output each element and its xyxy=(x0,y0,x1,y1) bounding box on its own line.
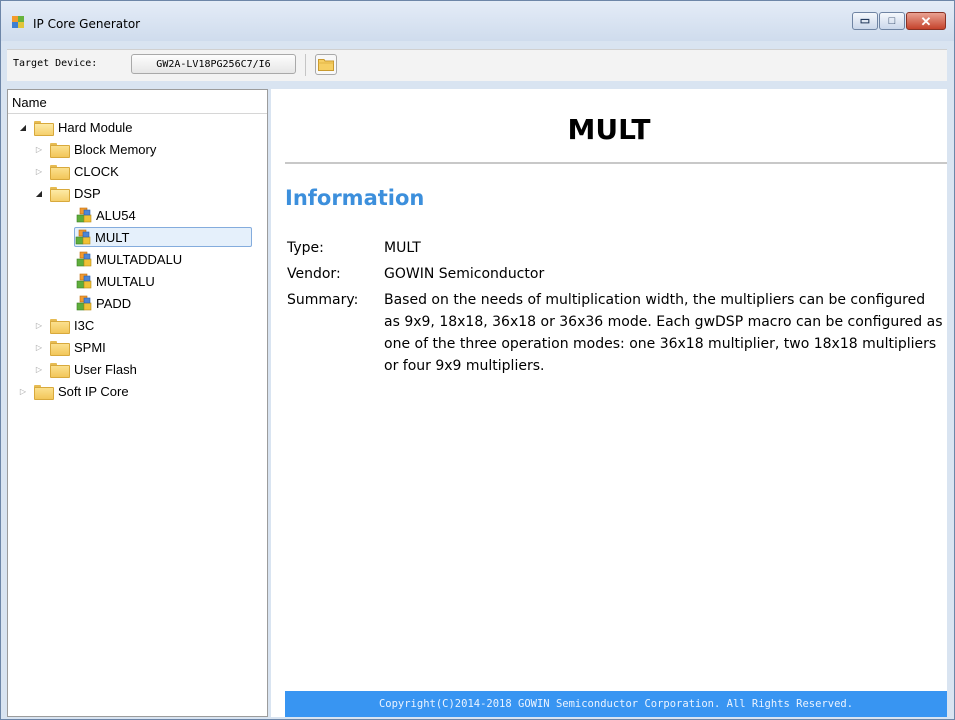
minimize-button[interactable]: ▭ xyxy=(852,12,878,30)
close-icon: ✕ xyxy=(920,13,932,29)
tree-item[interactable]: MULTALU xyxy=(76,271,155,291)
summary-label: Summary: xyxy=(287,292,359,308)
folder-open-icon xyxy=(34,120,54,136)
tree-item-label: Block Memory xyxy=(74,141,157,157)
tree-item-label: Hard Module xyxy=(58,119,133,135)
title-divider xyxy=(285,162,947,164)
tree-item-label: ALU54 xyxy=(96,207,136,223)
toolbar: Target Device: GW2A-LV18PG256C7/I6 xyxy=(7,49,947,81)
folder-icon xyxy=(50,142,70,158)
tree-item-label: MULTADDALU xyxy=(96,251,183,267)
tree-item[interactable]: ▷ User Flash xyxy=(34,359,137,379)
ip-cube-icon xyxy=(76,207,92,223)
folder-icon xyxy=(50,362,70,378)
detail-panel: MULT Information Type: MULT Vendor: GOWI… xyxy=(271,89,947,717)
expanded-arrow-icon[interactable]: ◢ xyxy=(34,189,44,198)
tree-header[interactable]: Name xyxy=(8,90,267,114)
type-label: Type: xyxy=(287,240,324,256)
close-button[interactable]: ✕ xyxy=(906,12,946,30)
minimize-icon: ▭ xyxy=(859,14,871,27)
tree-item[interactable]: ▷ I3C xyxy=(34,315,94,335)
tree-item-label: CLOCK xyxy=(74,163,119,179)
tree-item[interactable]: ALU54 xyxy=(76,205,136,225)
section-title: Information xyxy=(285,186,425,210)
folder-open-icon xyxy=(50,186,70,202)
tree-item[interactable]: ▷ SPMI xyxy=(34,337,106,357)
folder-icon xyxy=(50,340,70,356)
tree-item[interactable]: MULTADDALU xyxy=(76,249,182,269)
tree-item[interactable]: MULT xyxy=(74,227,252,247)
ip-cube-icon xyxy=(75,229,91,245)
tree-item-label: Soft IP Core xyxy=(58,383,129,399)
tree-item-label: MULT xyxy=(95,229,130,245)
tree-item-label: User Flash xyxy=(74,361,137,377)
page-title: MULT xyxy=(567,113,651,146)
window-title: IP Core Generator xyxy=(33,17,141,31)
collapsed-arrow-icon[interactable]: ▷ xyxy=(34,343,44,352)
vendor-value: GOWIN Semiconductor xyxy=(384,266,545,282)
tree-item[interactable]: ▷ CLOCK xyxy=(34,161,119,181)
tree-item-label: SPMI xyxy=(74,339,106,355)
folder-icon xyxy=(34,384,54,400)
target-device-label: Target Device: xyxy=(13,58,98,69)
collapsed-arrow-icon[interactable]: ▷ xyxy=(34,321,44,330)
tree-item[interactable]: PADD xyxy=(76,293,131,313)
collapsed-arrow-icon[interactable]: ▷ xyxy=(34,365,44,374)
collapsed-arrow-icon[interactable]: ▷ xyxy=(18,387,28,396)
summary-value: Based on the needs of multiplication wid… xyxy=(384,292,943,374)
ip-tree-panel: Name ◢ Hard Module ▷ Block Memory ▷ CLOCK ◢ DSP… xyxy=(7,89,268,717)
tree-item-label: MULTALU xyxy=(96,273,155,289)
type-value: MULT xyxy=(384,240,421,256)
folder-open-icon xyxy=(318,59,334,71)
title-bar[interactable]: IP Core Generator ▭ □ ✕ xyxy=(1,1,954,41)
maximize-icon: □ xyxy=(888,14,896,27)
collapsed-arrow-icon[interactable]: ▷ xyxy=(34,145,44,154)
window-controls: ▭ □ ✕ xyxy=(851,12,946,32)
ip-cube-icon xyxy=(76,273,92,289)
tree-item[interactable]: ▷ Soft IP Core xyxy=(18,381,129,401)
maximize-button[interactable]: □ xyxy=(879,12,905,30)
tree-item-label: PADD xyxy=(96,295,132,311)
app-icon xyxy=(12,16,24,28)
ip-cube-icon xyxy=(76,295,92,311)
ip-cube-icon xyxy=(76,251,92,267)
tree-item-label: I3C xyxy=(74,317,95,333)
expanded-arrow-icon[interactable]: ◢ xyxy=(18,123,28,132)
target-device-button[interactable]: GW2A-LV18PG256C7/I6 xyxy=(131,54,296,74)
tree-item[interactable]: ▷ Block Memory xyxy=(34,139,156,159)
tree-item-label: DSP xyxy=(74,185,101,201)
open-folder-button[interactable] xyxy=(315,54,337,75)
copyright-footer: Copyright(C)2014-2018 GOWIN Semiconducto… xyxy=(285,691,947,717)
folder-icon xyxy=(50,318,70,334)
tree-item[interactable]: ◢ Hard Module xyxy=(18,117,132,137)
vendor-label: Vendor: xyxy=(287,266,341,282)
toolbar-separator xyxy=(305,54,306,76)
folder-icon xyxy=(50,164,70,180)
tree-item[interactable]: ◢ DSP xyxy=(34,183,101,203)
app-window: IP Core Generator ▭ □ ✕ Target Device: G… xyxy=(0,0,955,720)
collapsed-arrow-icon[interactable]: ▷ xyxy=(34,167,44,176)
